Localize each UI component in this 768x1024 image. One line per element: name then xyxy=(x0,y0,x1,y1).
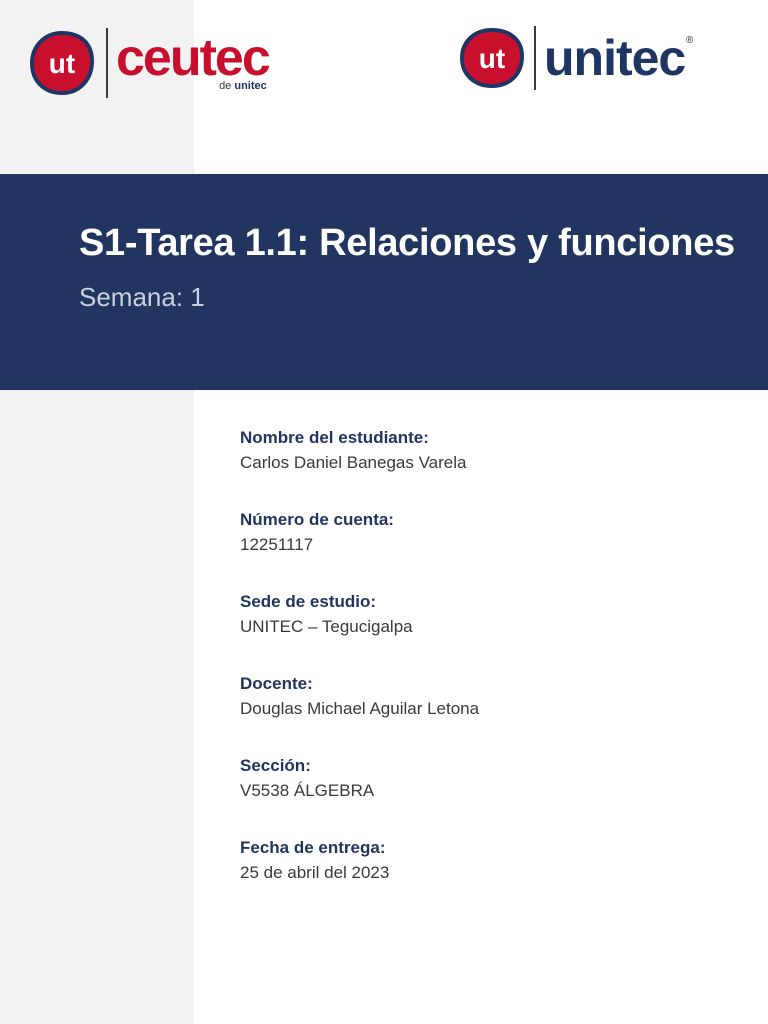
field-value: V5538 ÁLGEBRA xyxy=(240,781,375,800)
field-label: Fecha de entrega: xyxy=(240,838,386,857)
left-sidebar-panel xyxy=(0,0,194,1024)
document-title: S1-Tarea 1.1: Relaciones y funciones xyxy=(79,222,735,264)
field-campus: Sede de estudio: UNITEC – Tegucigalpa xyxy=(240,591,479,673)
field-label: Docente: xyxy=(240,674,313,693)
field-label: Nombre del estudiante: xyxy=(240,428,429,447)
ut-badge-icon: ut xyxy=(29,30,95,96)
registered-mark: ® xyxy=(685,35,694,46)
document-subtitle: Semana: 1 xyxy=(79,282,205,312)
field-due-date: Fecha de entrega: 25 de abril del 2023 xyxy=(240,837,479,919)
unitec-logo: ut unitec ® xyxy=(458,26,693,90)
svg-text:ut: ut xyxy=(49,48,75,79)
unitec-wordmark: unitec xyxy=(544,30,686,86)
title-banner: S1-Tarea 1.1: Relaciones y funciones Sem… xyxy=(0,174,768,390)
field-label: Sección: xyxy=(240,756,311,775)
student-info: Nombre del estudiante: Carlos Daniel Ban… xyxy=(240,427,479,919)
field-account-number: Número de cuenta: 12251117 xyxy=(240,509,479,591)
logo-divider xyxy=(534,26,536,90)
field-label: Sede de estudio: xyxy=(240,592,377,611)
ceutec-logo: ut ceutec de unitec xyxy=(28,28,271,98)
field-value: UNITEC – Tegucigalpa xyxy=(240,617,413,636)
svg-text:ut: ut xyxy=(479,43,505,74)
field-teacher: Docente: Douglas Michael Aguilar Letona xyxy=(240,673,479,755)
ceutec-subtitle: de unitec xyxy=(219,80,267,92)
field-label: Número de cuenta: xyxy=(240,510,394,529)
field-value: 12251117 xyxy=(240,535,314,554)
ceutec-wordmark: ceutec xyxy=(116,29,271,87)
field-section: Sección: V5538 ÁLGEBRA xyxy=(240,755,479,837)
field-student-name: Nombre del estudiante: Carlos Daniel Ban… xyxy=(240,427,479,509)
field-value: 25 de abril del 2023 xyxy=(240,863,390,882)
logo-divider xyxy=(106,28,108,98)
field-value: Douglas Michael Aguilar Letona xyxy=(240,699,480,718)
field-value: Carlos Daniel Banegas Varela xyxy=(240,453,467,472)
ut-badge-icon: ut xyxy=(459,27,525,89)
